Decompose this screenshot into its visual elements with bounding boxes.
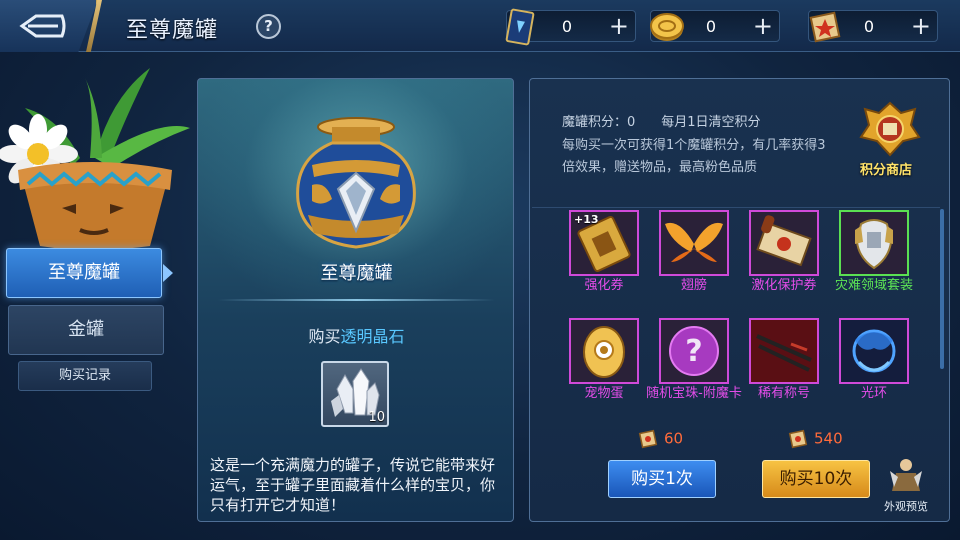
reward-frame <box>839 210 909 276</box>
crystal-count: 10 <box>368 410 385 425</box>
jar-description: 这是一个充满魔力的罐子，传说它能带来好运气，至于罐子里面藏着什么样的宝贝，你只有… <box>210 456 496 514</box>
reward-item-name: 随机宝珠-附魔卡 <box>646 386 742 401</box>
currency-value: 0 <box>863 17 875 36</box>
random-orb-icon: ? <box>669 326 719 376</box>
magic-jar-icon[interactable] <box>286 115 426 255</box>
wings-icon <box>665 222 723 262</box>
price-ten: 540 <box>788 429 843 449</box>
reward-frame <box>569 318 639 384</box>
buy-crystal-prefix: 购买 <box>308 327 341 346</box>
currency-card-ticket: 0 + <box>505 8 636 46</box>
scroll-points-icon <box>788 429 808 449</box>
reward-item-name: 稀有称号 <box>757 386 810 401</box>
jar-panel: 至尊魔罐 购买透明晶石 10 这是一个充满魔力的罐子，传说它能带来好运气，至于罐… <box>197 78 514 522</box>
reward-item-name: 强化券 <box>584 278 624 293</box>
tab-supreme-jar[interactable]: 至尊魔罐 <box>6 248 173 298</box>
add-currency-button[interactable]: + <box>609 13 629 39</box>
score-line: 魔罐积分：0 每月1日清空积分 <box>562 111 787 130</box>
reward-frame: ? <box>659 318 729 384</box>
buy-once-button[interactable]: 购买1次 <box>608 460 716 498</box>
armor-set-icon <box>855 219 893 270</box>
currency-value: 0 <box>561 17 573 36</box>
card-ticket-icon <box>505 8 535 46</box>
reward-item-name: 翅膀 <box>680 278 707 293</box>
reward-item[interactable]: 灾难领域套装 <box>824 210 924 294</box>
price-single: 60 <box>638 429 683 449</box>
reward-panel: 魔罐积分：0 每月1日清空积分 每购买一次可获得1个魔罐积分，有几率获得3倍效果，… <box>529 78 950 522</box>
protection-scroll-icon <box>756 215 812 267</box>
divider <box>218 299 495 301</box>
reward-item-name: 激化保护券 <box>751 278 817 293</box>
gold-coin-icon <box>650 13 684 41</box>
top-bar: 至尊魔罐 ? 0 + 0 + 0 + <box>0 0 960 52</box>
enhance-level-badge: +13 <box>574 213 599 226</box>
points-shop-icon[interactable] <box>855 99 925 161</box>
scroll-points-icon <box>809 11 841 43</box>
character-preview-icon <box>890 459 922 491</box>
svg-text:?: ? <box>685 334 702 369</box>
add-currency-button[interactable]: + <box>911 13 931 39</box>
price-single-value: 60 <box>664 429 684 448</box>
currency-value: 0 <box>705 17 717 36</box>
jar-score: 魔罐积分：0 <box>562 115 636 130</box>
buy-crystal-item: 透明晶石 <box>340 327 405 346</box>
crystal-item-slot[interactable]: 10 <box>321 361 389 427</box>
reward-grid: +13 强化券 翅膀 激化保护券 灾难领域套装 宠物蛋 ? 随机宝珠-附魔卡 稀… <box>532 207 940 417</box>
reward-item-name: 光环 <box>860 386 887 401</box>
reward-item[interactable]: 激化保护券 <box>734 210 834 294</box>
score-description: 每购买一次可获得1个魔罐积分，有几率获得3倍效果，赠送物品，最高粉色品质 <box>562 138 826 175</box>
tab-gold-jar[interactable]: 金罐 <box>8 305 164 355</box>
score-reset-note: 每月1日清空积分 <box>661 115 761 130</box>
aura-icon <box>841 320 907 382</box>
reward-item[interactable]: 宠物蛋 <box>554 318 654 402</box>
help-icon[interactable]: ? <box>256 14 281 39</box>
reward-frame <box>749 210 819 276</box>
reward-frame <box>839 318 909 384</box>
purchase-record-button[interactable]: 购买记录 <box>18 361 152 391</box>
currency-gold-coin: 0 + <box>650 10 780 42</box>
reward-item[interactable]: 翅膀 <box>644 210 744 294</box>
add-currency-button[interactable]: + <box>753 13 773 39</box>
page-title: 至尊魔罐 <box>126 18 219 43</box>
appearance-preview-button[interactable]: 外观预览 <box>878 457 934 514</box>
back-arrow-icon <box>19 14 66 38</box>
flower-pot-mascot-icon <box>0 68 190 250</box>
back-button[interactable] <box>0 0 98 52</box>
reward-item-name: 灾难领域套装 <box>834 278 913 293</box>
price-ten-value: 540 <box>814 429 843 448</box>
reward-item[interactable]: 光环 <box>824 318 924 402</box>
currency-scroll-points: 0 + <box>808 10 938 43</box>
reward-item[interactable]: 稀有称号 <box>734 318 834 402</box>
points-shop-label[interactable]: 积分商店 <box>860 159 912 178</box>
buy-ten-button[interactable]: 购买10次 <box>762 460 870 498</box>
jar-name: 至尊魔罐 <box>320 263 393 284</box>
scroll-points-icon <box>638 429 658 449</box>
reward-item[interactable]: +13 强化券 <box>554 210 654 294</box>
preview-label: 外观预览 <box>884 500 928 513</box>
pet-egg-icon <box>583 326 625 378</box>
reward-frame <box>659 210 729 276</box>
reward-item-name: 宠物蛋 <box>584 386 624 401</box>
buy-crystal-heading: 购买透明晶石 <box>198 323 513 347</box>
reward-scrollbar[interactable] <box>940 209 944 369</box>
reward-item[interactable]: ? 随机宝珠-附魔卡 <box>644 318 744 402</box>
reward-frame: +13 <box>569 210 639 276</box>
rare-title-icon <box>751 320 817 382</box>
reward-frame <box>749 318 819 384</box>
